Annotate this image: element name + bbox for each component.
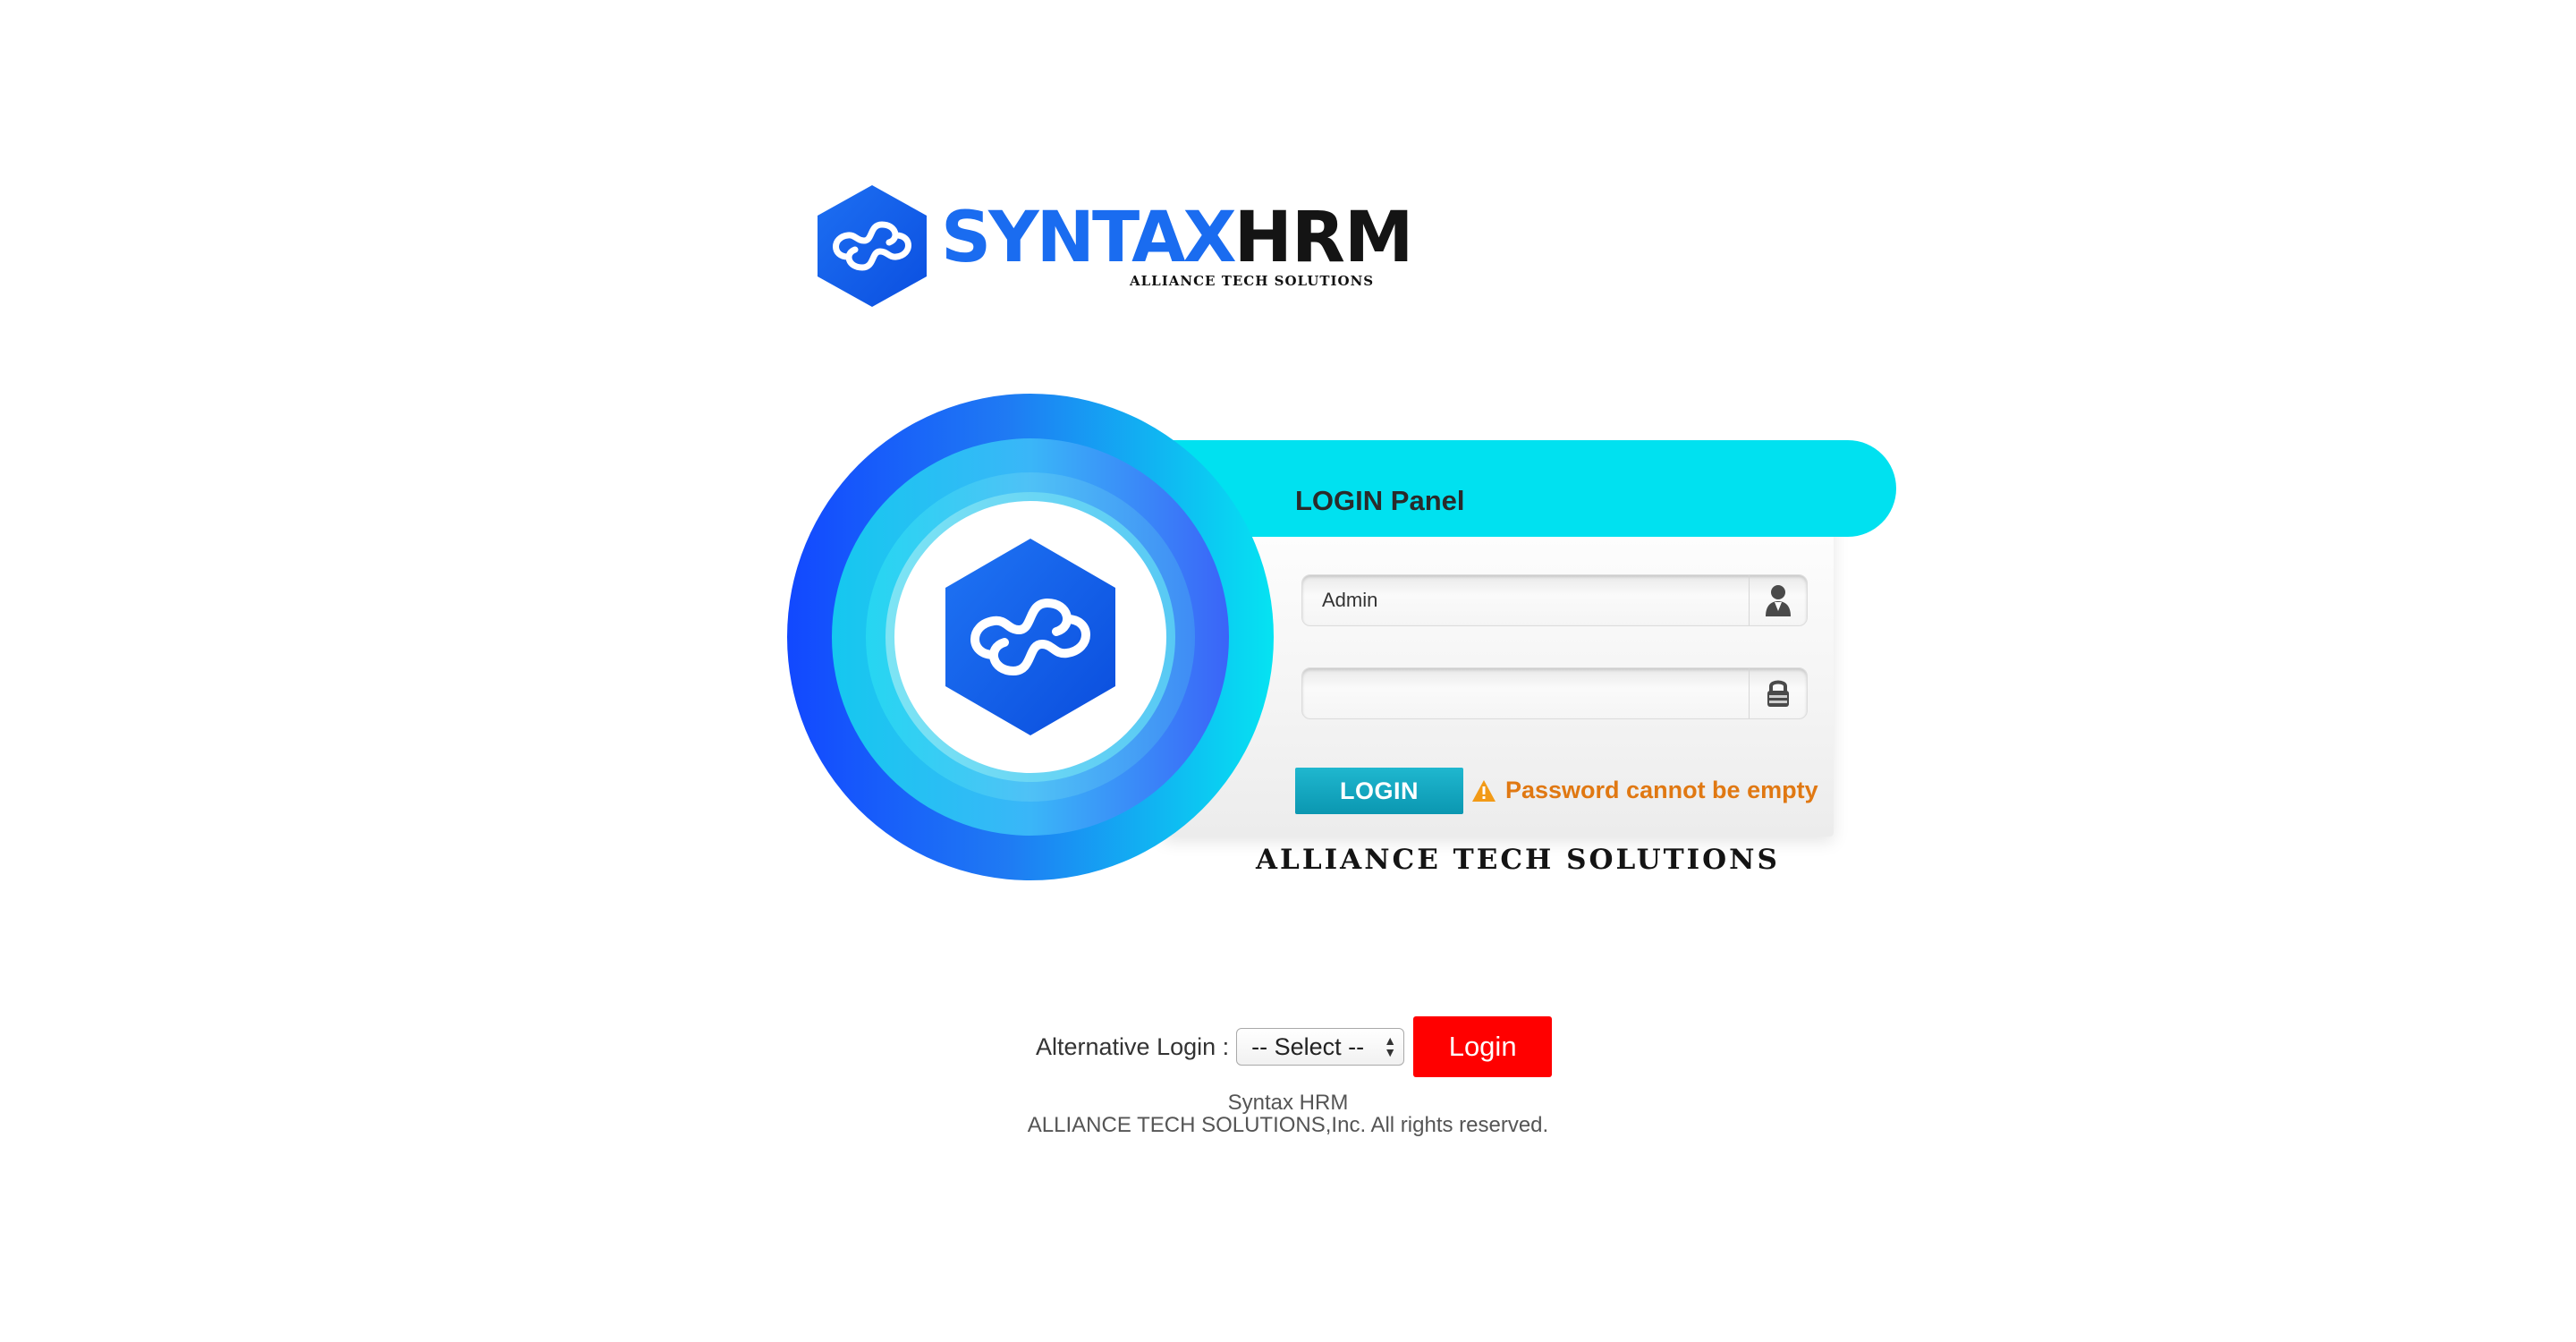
login-panel: LOGIN Panel LOGIN [787, 394, 1896, 904]
footer-product: Syntax HRM [1227, 1091, 1349, 1115]
alternative-login-button[interactable]: Login [1413, 1016, 1553, 1077]
password-input[interactable] [1302, 668, 1750, 718]
login-panel-title: LOGIN Panel [1295, 485, 1465, 516]
login-button[interactable]: LOGIN [1295, 768, 1463, 814]
login-page: SYNTAXHRM ALLIANCE TECH SOLUTIONS LOGIN … [0, 0, 2576, 1342]
footer: Syntax HRM ALLIANCE TECH SOLUTIONS,Inc. … [0, 1091, 2576, 1136]
error-message-text: Password cannot be empty [1505, 777, 1818, 803]
error-message: Password cannot be empty [1471, 777, 1818, 804]
select-arrows-icon: ▲ ▼ [1384, 1033, 1397, 1059]
password-field [1301, 667, 1808, 719]
username-field [1301, 574, 1808, 626]
username-input[interactable] [1302, 575, 1750, 625]
brand-logo: SYNTAXHRM ALLIANCE TECH SOLUTIONS [814, 183, 1414, 318]
user-icon [1749, 575, 1807, 625]
brand-tagline: ALLIANCE TECH SOLUTIONS [1130, 273, 1375, 289]
alternative-login-row: Alternative Login : -- Select -- ▲ ▼ Logi… [1036, 1015, 1553, 1078]
warning-icon [1472, 779, 1496, 802]
company-caption: ALLIANCE TECH SOLUTIONS [1256, 844, 1780, 876]
lock-icon [1749, 668, 1807, 718]
footer-copyright: ALLIANCE TECH SOLUTIONS,Inc. All rights … [1027, 1113, 1549, 1137]
alternative-login-label: Alternative Login : [1036, 1032, 1230, 1060]
brand-part-hrm: HRM [1233, 198, 1414, 278]
syntax-hexagon-logo-icon [818, 185, 927, 307]
alternative-login-select[interactable]: -- Select -- ▲ ▼ [1236, 1028, 1405, 1066]
alternative-login-select-value: -- Select -- [1251, 1032, 1365, 1060]
syntax-hexagon-logo-icon [945, 539, 1115, 735]
brand-wordmark: SYNTAXHRM [941, 203, 1414, 273]
brand-part-syntax: SYNTAX [941, 198, 1237, 278]
